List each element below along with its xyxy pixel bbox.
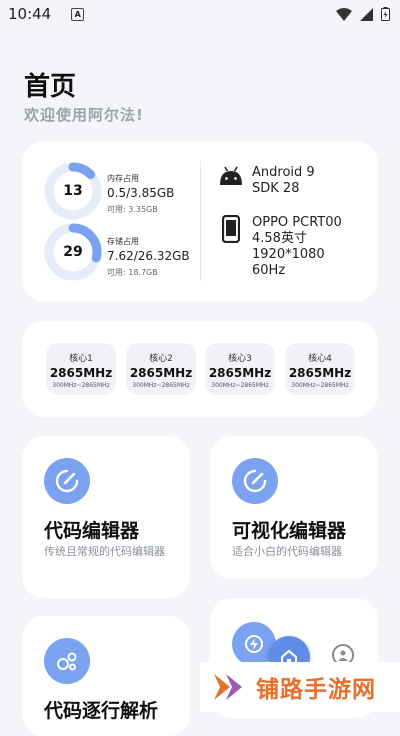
cpu-core: 核心3 2865MHz 300MHz~2865MHz xyxy=(205,343,275,395)
memory-value: 0.5/3.85GB xyxy=(107,186,175,200)
status-bar: 10:44 A xyxy=(0,0,400,28)
core-name: 核心1 xyxy=(69,354,93,364)
memory-label: 内存占用 xyxy=(107,174,139,183)
code-editor-card[interactable]: 代码编辑器 传统且常规的代码编辑器 xyxy=(22,436,190,598)
storage-available: 可用: 18.7GB xyxy=(107,268,158,277)
storage-label: 存储占用 xyxy=(107,237,139,246)
divider xyxy=(200,161,201,281)
device-screen-size: 4.58英寸 xyxy=(252,231,307,246)
wifi-icon xyxy=(336,7,352,21)
visual-editor-card[interactable]: 可视化编辑器 适合小白的代码编辑器 xyxy=(210,436,378,579)
storage-ring: 29 xyxy=(44,223,102,281)
core-frequency: 2865MHz xyxy=(208,366,272,380)
device-refresh-rate: 60Hz xyxy=(252,263,286,278)
feature-description: 适合小白的代码编辑器 xyxy=(232,545,342,558)
edit-icon xyxy=(232,458,278,504)
device-info: OPPO PCRT00 4.58英寸 1920*1080 60Hz xyxy=(218,215,342,279)
core-name: 核心2 xyxy=(149,354,173,364)
status-time: 10:44 xyxy=(8,5,52,23)
device-model: OPPO PCRT00 xyxy=(252,215,342,230)
feature-description: 传统且常规的代码编辑器 xyxy=(44,545,165,558)
watermark-text: 铺路手游网 xyxy=(256,677,376,703)
storage-percent: 29 xyxy=(63,244,83,260)
core-name: 核心4 xyxy=(308,354,332,364)
core-frequency: 2865MHz xyxy=(288,366,352,380)
android-info: Android 9 SDK 28 xyxy=(218,165,315,197)
storage-value: 7.62/26.32GB xyxy=(107,249,190,263)
cpu-core: 核心2 2865MHz 300MHz~2865MHz xyxy=(126,343,196,395)
code-parse-card[interactable]: 代码逐行解析 xyxy=(22,616,190,736)
cpu-core: 核心4 2865MHz 300MHz~2865MHz xyxy=(285,343,355,395)
system-info-card[interactable]: 13 内存占用 0.5/3.85GB 可用: 3.35GB 29 存储占用 7.… xyxy=(22,141,378,301)
memory-available: 可用: 3.35GB xyxy=(107,205,158,214)
watermark-logo xyxy=(214,674,242,700)
feature-title: 代码逐行解析 xyxy=(44,700,159,722)
storage-stats: 存储占用 7.62/26.32GB 可用: 18.7GB xyxy=(107,236,190,278)
core-range: 300MHz~2865MHz xyxy=(132,382,190,389)
memory-stats: 内存占用 0.5/3.85GB 可用: 3.35GB xyxy=(107,173,174,215)
watermark: 铺路手游网 xyxy=(200,662,400,712)
android-sdk: SDK 28 xyxy=(252,181,300,196)
bubbles-icon xyxy=(44,638,90,684)
core-name: 核心3 xyxy=(228,354,252,364)
android-icon xyxy=(220,166,242,185)
feature-title: 代码编辑器 xyxy=(44,520,140,542)
android-version: Android 9 xyxy=(252,165,315,180)
page-title: 首页 xyxy=(24,72,77,102)
cpu-card[interactable]: 核心1 2865MHz 300MHz~2865MHz 核心2 2865MHz 3… xyxy=(22,321,378,417)
memory-ring: 13 xyxy=(44,162,102,220)
core-range: 300MHz~2865MHz xyxy=(52,382,110,389)
signal-icon xyxy=(360,7,373,21)
battery-icon xyxy=(381,7,390,21)
phone-icon xyxy=(222,215,240,243)
page-subtitle: 欢迎使用阿尔法! xyxy=(24,106,144,124)
core-frequency: 2865MHz xyxy=(129,366,193,380)
memory-percent: 13 xyxy=(63,183,83,199)
device-resolution: 1920*1080 xyxy=(252,247,325,262)
a-box-icon: A xyxy=(71,7,85,21)
feature-title: 可视化编辑器 xyxy=(232,520,347,542)
edit-icon xyxy=(44,458,90,504)
core-frequency: 2865MHz xyxy=(49,366,113,380)
core-range: 300MHz~2865MHz xyxy=(211,382,269,389)
cpu-core: 核心1 2865MHz 300MHz~2865MHz xyxy=(46,343,116,395)
core-range: 300MHz~2865MHz xyxy=(291,382,349,389)
